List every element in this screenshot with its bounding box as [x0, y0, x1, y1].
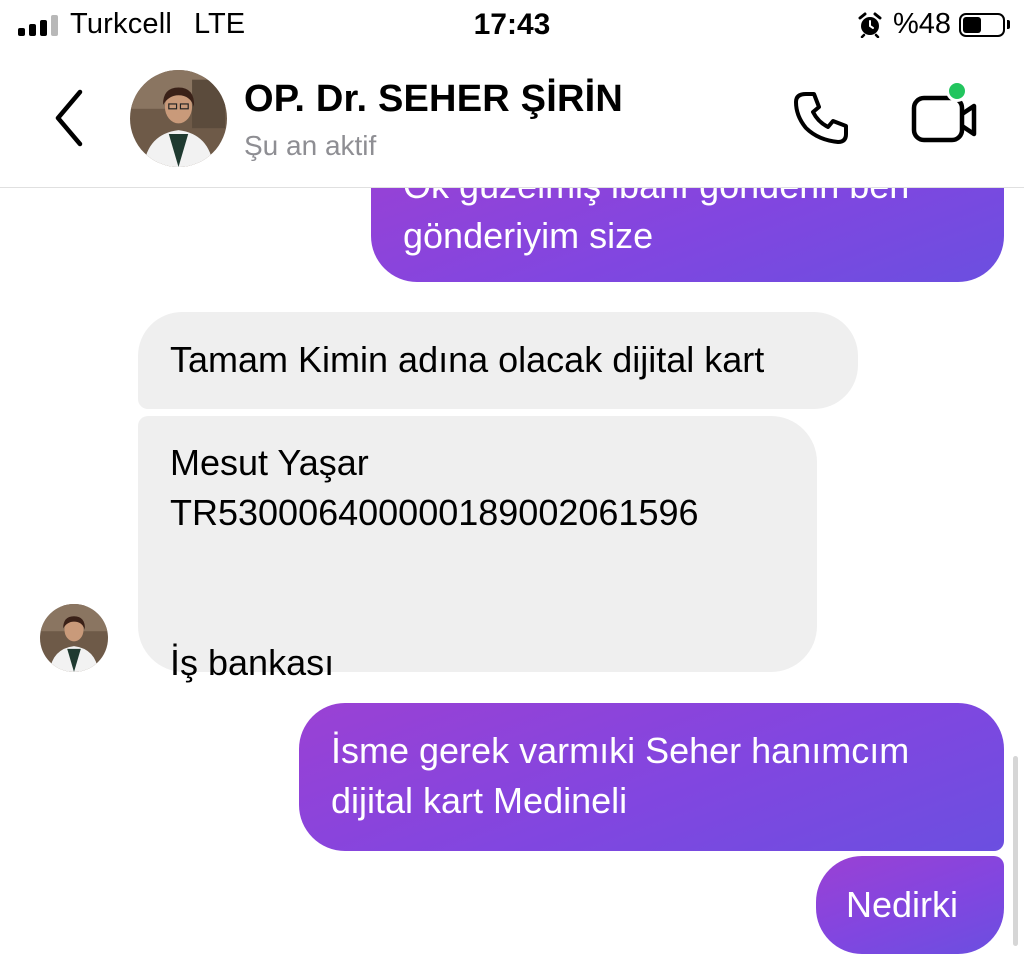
scrollbar[interactable]: [1013, 756, 1018, 946]
message-incoming[interactable]: Mesut Yaşar TR530006400000189002061596 İ…: [138, 416, 817, 683]
message-outgoing[interactable]: İsme gerek varmıki Seher hanımcım dijita…: [299, 703, 1004, 851]
back-chevron-icon[interactable]: [48, 86, 92, 150]
phone-call-icon[interactable]: [792, 88, 852, 148]
battery-icon: [959, 12, 1005, 37]
message-list[interactable]: Ok güzelmiş ibanı gönderin ben gönderiyi…: [0, 188, 1024, 978]
contact-avatar[interactable]: [130, 70, 227, 167]
alarm-clock-icon: [858, 12, 882, 38]
contact-avatar-small[interactable]: [40, 604, 108, 672]
message-incoming[interactable]: Tamam Kimin adına olacak dijital kart: [138, 312, 858, 409]
video-call-icon[interactable]: [908, 88, 980, 152]
contact-name[interactable]: OP. Dr. SEHER ŞİRİN: [244, 78, 623, 121]
status-bar: Turkcell LTE 17:43 %48: [0, 0, 1024, 52]
battery-percent: %48: [892, 8, 951, 40]
online-indicator: [946, 80, 968, 102]
message-outgoing[interactable]: Nedirki: [816, 856, 1004, 954]
chat-header: OP. Dr. SEHER ŞİRİN Şu an aktif: [0, 52, 1024, 188]
contact-status: Şu an aktif: [244, 130, 377, 161]
message-outgoing[interactable]: Ok güzelmiş ibanı gönderin ben gönderiyi…: [371, 188, 1004, 282]
